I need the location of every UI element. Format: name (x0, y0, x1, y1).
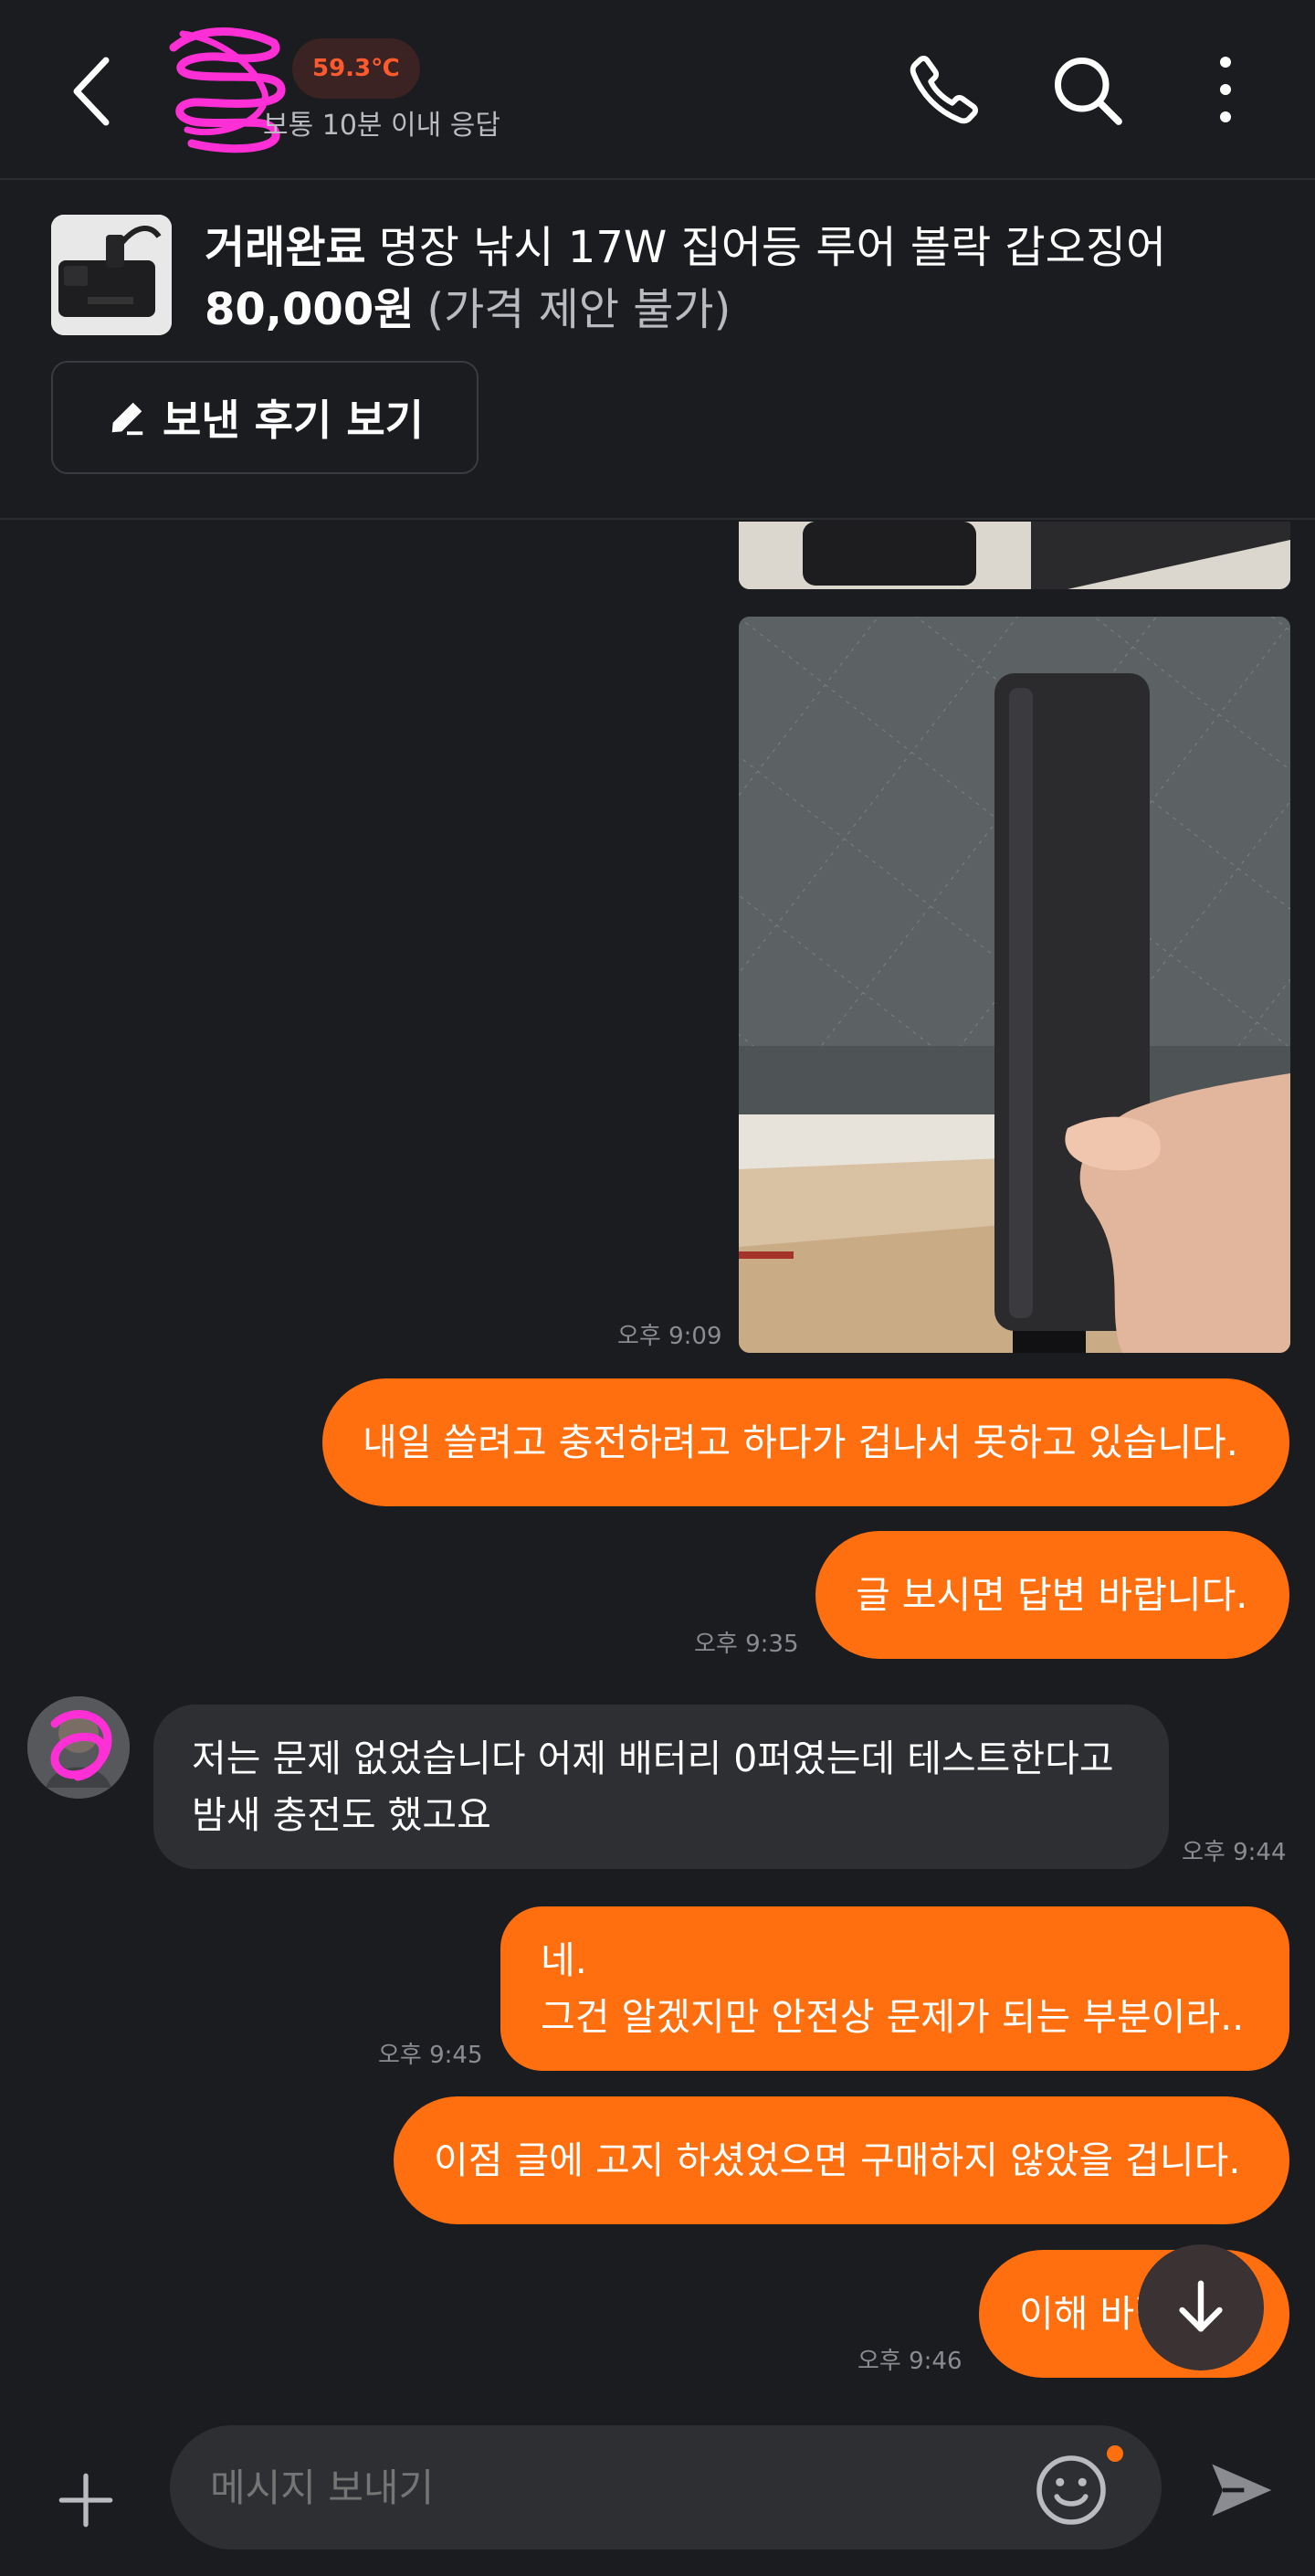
search-icon (1055, 58, 1122, 125)
product-price-line: 80,000원 (가격 제안 불가) (205, 273, 731, 337)
message-time: 오후 9:09 (617, 1323, 722, 1350)
more-vertical-icon (1220, 57, 1231, 122)
price-negotiation-note: (가격 제안 불가) (426, 284, 731, 335)
response-time-text: 보통 10분 이내 응답 (263, 110, 500, 142)
chat-photo[interactable] (739, 617, 1290, 1353)
message-time: 오후 9:46 (857, 2348, 963, 2375)
partner-message-bubble[interactable]: 저는 문제 없었습니다 어제 배터리 0퍼였는데 테스트한다고 밤새 충전도 했… (153, 1705, 1169, 1869)
message-input-bar (0, 2425, 1315, 2576)
product-price: 80,000원 (205, 284, 415, 335)
send-button[interactable] (1200, 2449, 1282, 2531)
arrow-down-icon (1179, 2280, 1223, 2332)
product-summary[interactable]: 거래완료 명장 낚시 17W 집어등 루어 볼락 갑오징어 80,000원 (가격 … (0, 182, 1315, 520)
my-message-bubble[interactable]: 내일 쓸려고 충전하려고 하다가 겁나서 못하고 있습니다. (322, 1378, 1289, 1506)
message-text: 밤새 충전도 했고요 (192, 1793, 491, 1837)
message-text: 저는 문제 없었습니다 어제 배터리 0퍼였는데 테스트한다고 (192, 1737, 1114, 1780)
send-icon (1212, 2464, 1272, 2517)
pencil-icon (111, 402, 143, 436)
back-button[interactable] (55, 46, 128, 137)
phone-icon (910, 56, 978, 124)
scroll-to-bottom-button[interactable] (1138, 2244, 1264, 2370)
message-time: 오후 9:44 (1182, 1839, 1287, 1866)
call-button[interactable] (899, 44, 990, 135)
message-text: 네. (541, 1938, 587, 1982)
emoji-button[interactable] (1030, 2449, 1112, 2531)
trade-status: 거래완료 (205, 222, 366, 273)
message-input[interactable] (170, 2425, 1162, 2550)
chat-photo-partial[interactable] (739, 522, 1290, 589)
plus-icon (58, 2473, 113, 2528)
chat-header: 59.3℃ 보통 10분 이내 응답 (0, 0, 1315, 180)
message-text: 그건 알겠지만 안전상 문제가 되는 부분이라.. (541, 1995, 1245, 2039)
search-button[interactable] (1041, 44, 1132, 135)
partner-avatar[interactable] (27, 1696, 130, 1799)
new-indicator-dot (1107, 2445, 1123, 2462)
manner-temperature-badge: 59.3℃ (292, 38, 420, 99)
more-options-button[interactable] (1180, 44, 1271, 135)
my-message-bubble[interactable]: 네. 그건 알겠지만 안전상 문제가 되는 부분이라.. (500, 1906, 1289, 2071)
message-time: 오후 9:35 (694, 1631, 799, 1658)
message-time: 오후 9:45 (378, 2042, 483, 2069)
view-sent-review-button[interactable]: 보낸 후기 보기 (51, 361, 479, 474)
product-title-line: 거래완료 명장 낚시 17W 집어등 루어 볼락 갑오징어 (205, 211, 1166, 275)
my-message-bubble[interactable]: 이점 글에 고지 하셨었으면 구매하지 않았을 겁니다. (394, 2096, 1289, 2224)
product-thumbnail[interactable] (51, 215, 172, 335)
message-text: 글 보시면 답변 바랍니다. (856, 1573, 1248, 1617)
message-text: 내일 쓸려고 충전하려고 하다가 겁나서 못하고 있습니다. (363, 1420, 1238, 1464)
attach-button[interactable] (49, 2464, 122, 2537)
emoji-icon (1036, 2455, 1106, 2525)
chat-messages[interactable]: 오후 9:09 내일 쓸려고 충전하려고 하다가 겁나서 못하고 있습니다. 오… (0, 522, 1315, 2425)
view-sent-review-label: 보낸 후기 보기 (163, 396, 424, 445)
product-title: 명장 낚시 17W 집어등 루어 볼락 갑오징어 (378, 222, 1167, 273)
back-arrow-icon (73, 57, 110, 126)
message-text: 이점 글에 고지 하셨었으면 구매하지 않았을 겁니다. (434, 2138, 1241, 2182)
my-message-bubble[interactable]: 글 보시면 답변 바랍니다. (815, 1531, 1289, 1659)
